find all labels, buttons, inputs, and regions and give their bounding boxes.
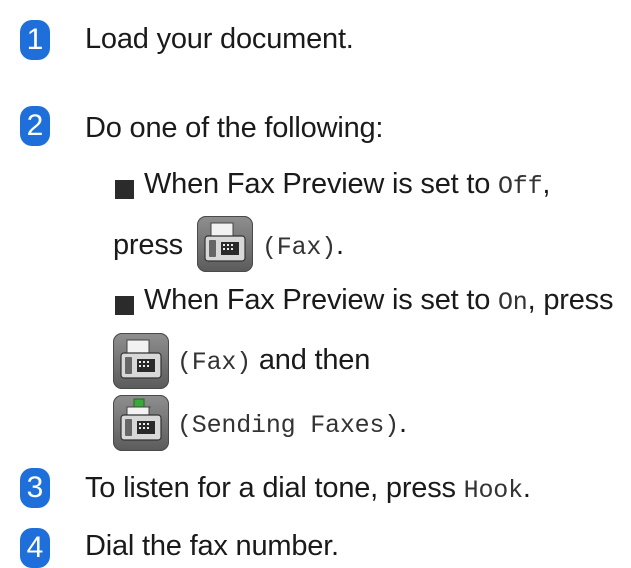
fax-preview-on-value: On [498, 288, 528, 317]
fax-icon[interactable] [113, 333, 169, 389]
step-4-badge: 4 [20, 528, 50, 568]
step-3-text-prefix: To listen for a dial tone, press [85, 472, 464, 504]
square-bullet [115, 180, 134, 199]
step-3-badge: 3 [20, 468, 50, 508]
bullet-1-text: When Fax Preview is set to [144, 168, 498, 200]
bullet-1-line-1: When Fax Preview is set to Off, [144, 168, 550, 201]
manual-page: { "steps": [ {"number": "1", "text": "Lo… [0, 0, 631, 568]
hook-key-label: Hook [463, 476, 523, 505]
fax-preview-off-value: Off [498, 172, 543, 201]
fax-key-label: (Fax) [262, 233, 337, 262]
fax-icon[interactable] [197, 216, 253, 272]
bullet-1-comma: , [542, 168, 551, 200]
step-3-period: . [522, 472, 531, 504]
step-3-text: To listen for a dial tone, press Hook. [85, 472, 531, 505]
bullet-2-fax-label: (Fax) and then [177, 344, 370, 377]
step-1-badge: 1 [20, 20, 50, 60]
bullet-2-and-then: and then [251, 344, 371, 376]
step-1-text: Load your document. [85, 23, 354, 55]
step-2-text: Do one of the following: [85, 112, 384, 144]
step-2-badge: 2 [20, 106, 50, 146]
bullet-1-fax-label: (Fax). [262, 229, 344, 262]
bullet-2-text: When Fax Preview is set to [144, 284, 498, 316]
bullet-2-press: , press [527, 284, 614, 316]
fax-key-label: (Fax) [177, 348, 252, 377]
bullet-2-period: . [399, 407, 407, 439]
bullet-2-line-1: When Fax Preview is set to On, press [144, 284, 613, 317]
sending-faxes-key-label: (Sending Faxes) [177, 411, 400, 440]
sending-faxes-icon[interactable] [113, 395, 169, 451]
bullet-1-press-label: press [113, 229, 183, 261]
bullet-1-period: . [336, 229, 344, 261]
bullet-2-sending-label: (Sending Faxes). [177, 407, 407, 440]
step-4-text: Dial the fax number. [85, 530, 339, 562]
square-bullet [115, 296, 134, 315]
